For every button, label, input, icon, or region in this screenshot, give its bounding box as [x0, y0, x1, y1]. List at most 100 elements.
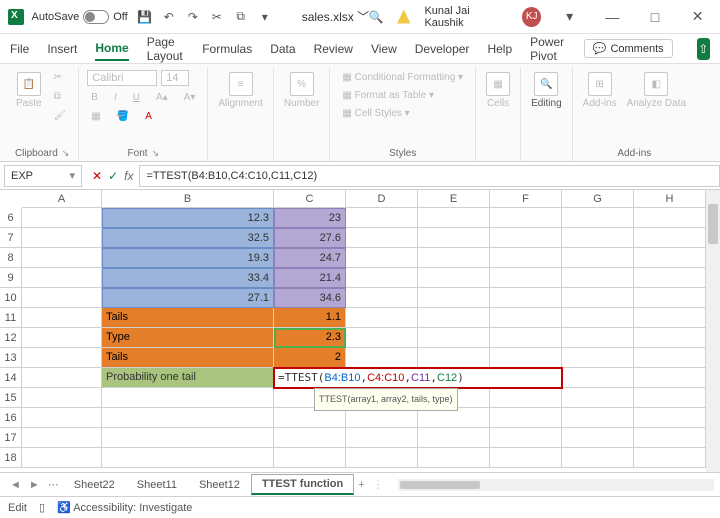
accept-icon[interactable]: ✓ [108, 169, 118, 183]
cell[interactable] [22, 388, 102, 408]
cell[interactable] [562, 348, 634, 368]
cell[interactable]: 1.1 [274, 308, 346, 328]
cell[interactable] [562, 428, 634, 448]
tab-insert[interactable]: Insert [47, 38, 77, 60]
underline-button[interactable]: U [129, 90, 144, 105]
cell[interactable]: 27.1 [102, 288, 274, 308]
tab-data[interactable]: Data [270, 38, 295, 60]
cell[interactable]: 24.7 [274, 248, 346, 268]
user-name[interactable]: Kunal Jai Kaushik [424, 5, 508, 29]
cell[interactable] [634, 388, 706, 408]
chevron-down-icon[interactable]: ▾ [69, 169, 75, 182]
cell[interactable] [634, 268, 706, 288]
cell[interactable] [418, 448, 490, 468]
cell[interactable]: 2 [274, 348, 346, 368]
cells-button[interactable]: ▦Cells [484, 70, 512, 111]
tab-home[interactable]: Home [95, 37, 128, 61]
cell[interactable] [562, 388, 634, 408]
row-header[interactable]: 16 [0, 408, 22, 428]
col-header[interactable]: C [274, 190, 346, 207]
cell[interactable] [490, 408, 562, 428]
cell[interactable]: Tails [102, 348, 274, 368]
chevron-down-icon[interactable]: ▾ [258, 10, 272, 24]
cell[interactable] [418, 348, 490, 368]
tab-file[interactable]: File [10, 38, 29, 60]
cell[interactable] [490, 428, 562, 448]
tab-more[interactable]: ⋯ [44, 478, 63, 491]
cell[interactable] [490, 208, 562, 228]
row-header[interactable]: 11 [0, 308, 22, 328]
cell[interactable] [418, 288, 490, 308]
cell[interactable] [346, 248, 418, 268]
cell[interactable] [346, 288, 418, 308]
cell[interactable] [490, 328, 562, 348]
cell[interactable] [634, 428, 706, 448]
comments-button[interactable]: 💬 Comments [584, 39, 673, 58]
cell[interactable] [562, 248, 634, 268]
copy-icon[interactable]: ⧉ [234, 10, 248, 24]
cell[interactable] [102, 408, 274, 428]
row-header[interactable]: 15 [0, 388, 22, 408]
warning-icon[interactable] [397, 10, 410, 24]
col-header[interactable]: E [418, 190, 490, 207]
cell[interactable] [490, 228, 562, 248]
cell[interactable] [490, 388, 562, 408]
cell[interactable] [634, 228, 706, 248]
cell[interactable] [22, 248, 102, 268]
sheet-tab-active[interactable]: TTEST function [251, 474, 354, 495]
cell[interactable]: 23 [274, 208, 346, 228]
col-header[interactable]: H [634, 190, 706, 207]
maximize-icon[interactable]: □ [641, 9, 670, 25]
cell[interactable] [22, 268, 102, 288]
fx-icon[interactable]: fx [124, 169, 133, 183]
row-header[interactable]: 13 [0, 348, 22, 368]
search-icon[interactable]: 🔍 [369, 10, 383, 24]
tab-nav-prev[interactable]: ◄ [6, 479, 25, 491]
cell[interactable] [634, 348, 706, 368]
cell[interactable] [562, 408, 634, 428]
row-header[interactable]: 6 [0, 208, 22, 228]
border-button[interactable]: ▦ [87, 109, 104, 124]
tab-power-pivot[interactable]: Power Pivot [530, 31, 566, 67]
cell[interactable] [22, 348, 102, 368]
cell[interactable] [634, 248, 706, 268]
cell[interactable]: 32.5 [102, 228, 274, 248]
editing-button[interactable]: 🔍Editing [529, 70, 564, 111]
cell[interactable]: Tails [102, 308, 274, 328]
cell[interactable] [274, 448, 346, 468]
undo-icon[interactable]: ↶ [162, 10, 176, 24]
avatar[interactable]: KJ [522, 7, 541, 27]
cell[interactable] [634, 288, 706, 308]
cell-styles-button[interactable]: ▦ Cell Styles ▾ [338, 106, 413, 121]
cell[interactable] [490, 268, 562, 288]
cell[interactable] [562, 268, 634, 288]
cell[interactable] [346, 268, 418, 288]
sheet-tab[interactable]: Sheet22 [63, 475, 126, 495]
row-header[interactable]: 10 [0, 288, 22, 308]
close-icon[interactable]: ✕ [683, 8, 712, 25]
ribbon-options-icon[interactable]: ▾ [555, 8, 584, 25]
cancel-icon[interactable]: ✕ [92, 169, 102, 183]
col-header[interactable]: B [102, 190, 274, 207]
cell[interactable] [418, 228, 490, 248]
stats-icon[interactable]: ▯ [39, 501, 45, 514]
cell[interactable] [22, 368, 102, 388]
launcher-icon[interactable]: ↘ [152, 148, 160, 159]
font-name-box[interactable]: Calibri [87, 70, 157, 86]
col-header[interactable]: D [346, 190, 418, 207]
copy-button[interactable]: ⧉ [50, 89, 71, 104]
toggle-icon[interactable] [83, 10, 109, 24]
cell[interactable] [22, 448, 102, 468]
cell[interactable] [22, 308, 102, 328]
addins-button[interactable]: ⊞Add-ins [581, 70, 619, 111]
autosave-toggle[interactable]: AutoSave Off [32, 10, 128, 24]
cell[interactable]: Type [102, 328, 274, 348]
cell[interactable] [346, 428, 418, 448]
cell[interactable] [562, 228, 634, 248]
cell[interactable] [346, 348, 418, 368]
cell[interactable] [562, 288, 634, 308]
cell[interactable] [490, 288, 562, 308]
row-header[interactable]: 9 [0, 268, 22, 288]
font-color-button[interactable]: A [141, 109, 156, 124]
cell[interactable] [634, 448, 706, 468]
